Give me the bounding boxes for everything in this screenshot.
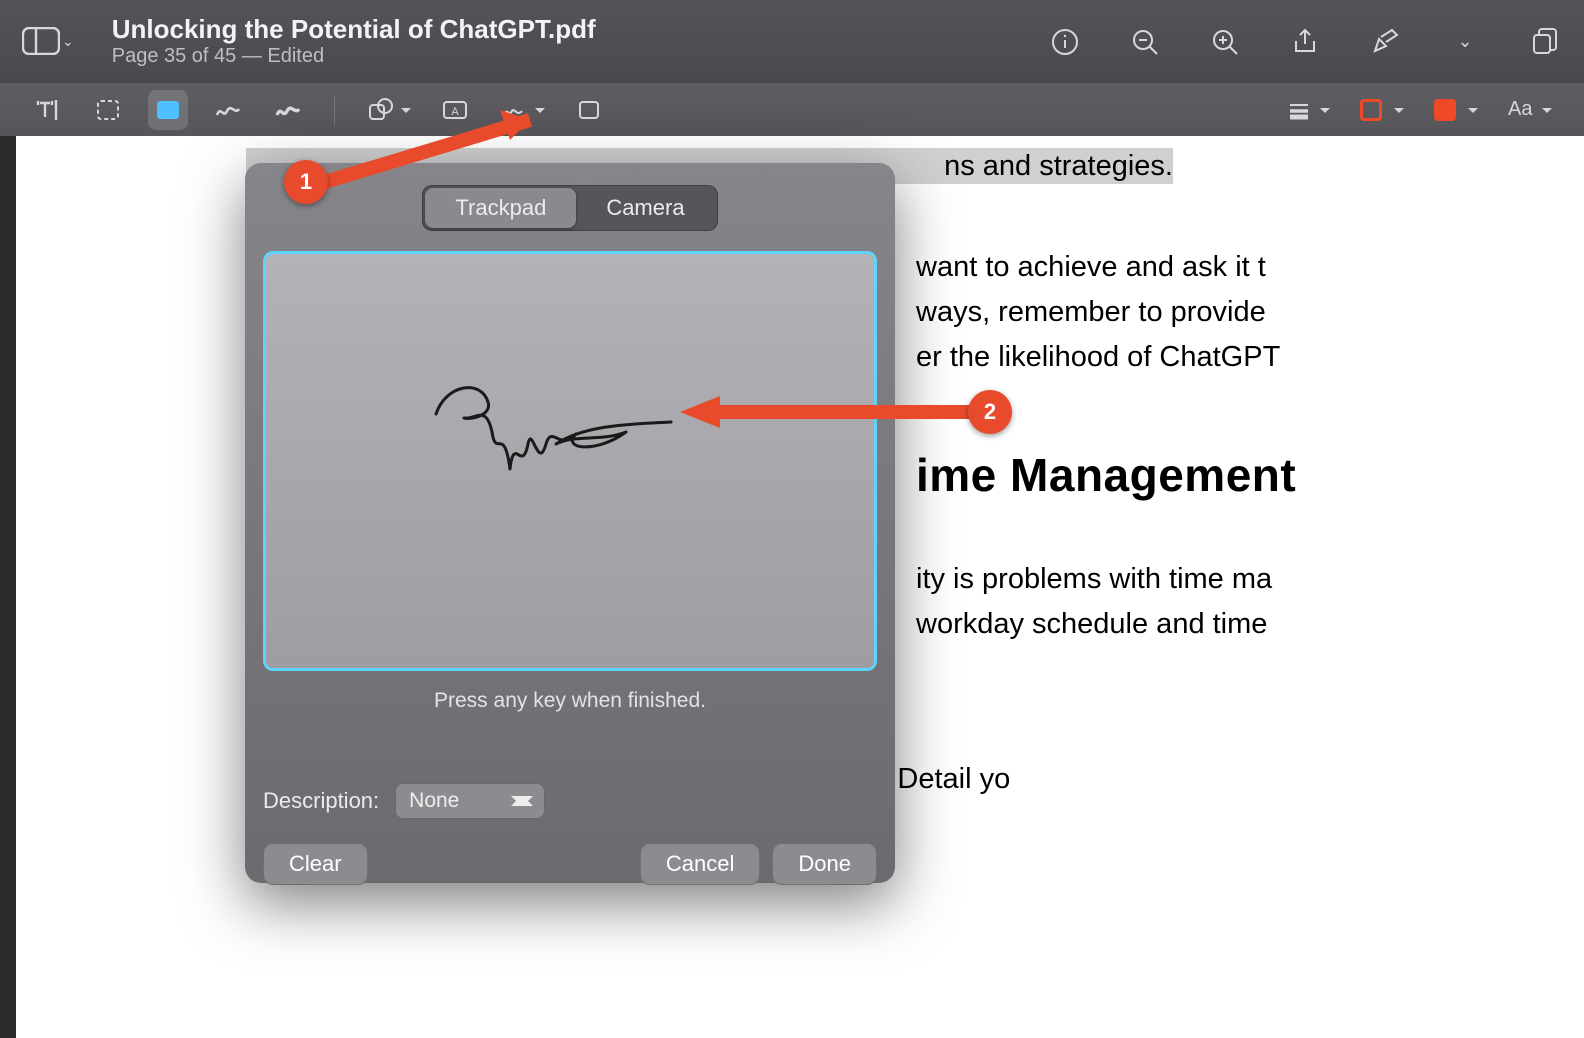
annotation-arrow-1 bbox=[300, 110, 570, 200]
note-tool[interactable] bbox=[569, 90, 609, 130]
markup-toolbar: A Aa bbox=[0, 83, 1584, 136]
markup-menu-chevron[interactable]: ⌄ bbox=[1448, 25, 1482, 59]
cancel-button[interactable]: Cancel bbox=[640, 843, 760, 885]
signature-popover: Trackpad Camera Press any key when finis… bbox=[245, 163, 895, 883]
text-style-label: Aa bbox=[1508, 98, 1532, 121]
window-titlebar: ⌄ Unlocking the Potential of ChatGPT.pdf… bbox=[0, 0, 1584, 83]
text-selection-tool[interactable] bbox=[28, 90, 68, 130]
border-color-swatch bbox=[1360, 99, 1382, 121]
redact-tool[interactable] bbox=[148, 90, 188, 130]
rectangular-selection-tool[interactable] bbox=[88, 90, 128, 130]
annotation-badge-2: 2 bbox=[968, 390, 1012, 434]
done-button[interactable]: Done bbox=[772, 843, 877, 885]
document-subtitle: Page 35 of 45 — Edited bbox=[112, 45, 596, 68]
signature-canvas[interactable] bbox=[263, 251, 877, 671]
signature-stroke bbox=[426, 374, 686, 494]
clear-button[interactable]: Clear bbox=[263, 843, 368, 885]
annotation-badge-1: 1 bbox=[284, 160, 328, 204]
sketch-tool[interactable] bbox=[208, 90, 248, 130]
document-title: Unlocking the Potential of ChatGPT.pdf bbox=[112, 15, 596, 45]
signature-hint: Press any key when finished. bbox=[263, 689, 877, 713]
copy-button[interactable] bbox=[1528, 25, 1562, 59]
annotation-arrow-2 bbox=[680, 390, 1000, 440]
zoom-out-button[interactable] bbox=[1128, 25, 1162, 59]
fill-color-swatch bbox=[1434, 99, 1456, 121]
description-select[interactable]: None bbox=[395, 783, 545, 819]
zoom-in-button[interactable] bbox=[1208, 25, 1242, 59]
sidebar-toggle-button[interactable]: ⌄ bbox=[22, 27, 74, 55]
chevron-down-icon: ⌄ bbox=[62, 33, 74, 50]
tab-camera[interactable]: Camera bbox=[576, 188, 714, 228]
font-style-menu[interactable]: Aa bbox=[1502, 90, 1556, 130]
description-label: Description: bbox=[263, 788, 379, 814]
line-style-menu[interactable] bbox=[1280, 90, 1334, 130]
page-gutter bbox=[0, 136, 16, 1038]
markup-button[interactable] bbox=[1368, 25, 1402, 59]
share-button[interactable] bbox=[1288, 25, 1322, 59]
border-color-menu[interactable] bbox=[1354, 90, 1408, 130]
info-button[interactable] bbox=[1048, 25, 1082, 59]
fill-color-menu[interactable] bbox=[1428, 90, 1482, 130]
